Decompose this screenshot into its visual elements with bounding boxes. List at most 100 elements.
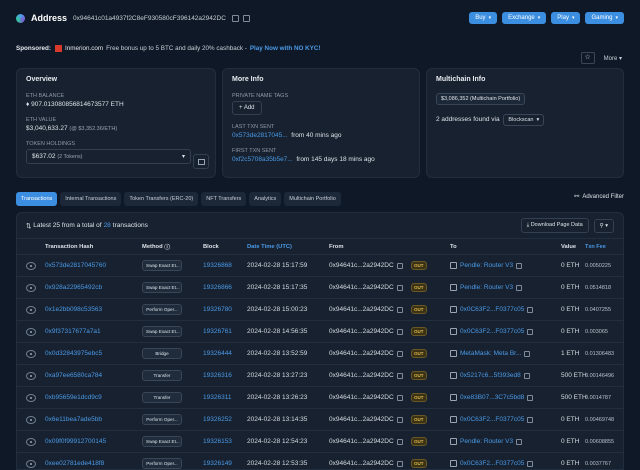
eye-icon[interactable] xyxy=(26,393,36,402)
direction-badge: OUT xyxy=(411,371,427,380)
copy-icon[interactable] xyxy=(231,14,239,22)
txn-hash[interactable]: 0xee02781ede418f8 xyxy=(45,453,145,469)
addresses-found-text: 2 addresses found via xyxy=(436,116,500,123)
to-address[interactable]: 0x0C63F2...F0377c05 xyxy=(460,328,524,335)
exchange-button[interactable]: Exchange ▾ xyxy=(502,12,547,24)
to-address[interactable]: 0xe83B07...3C7c5bd8 xyxy=(460,394,524,401)
copy-icon[interactable] xyxy=(396,438,403,445)
blockscan-select[interactable]: Blockscan ▾ xyxy=(503,114,545,126)
star-icon[interactable]: ☆ xyxy=(580,52,595,64)
advanced-filter-button[interactable]: ⚯ Advanced Filter xyxy=(574,193,624,201)
to-address[interactable]: MetaMask: Meta Br... xyxy=(460,350,521,357)
txn-hash[interactable]: 0xa97ee6580ca784 xyxy=(45,365,145,386)
token-holdings-select[interactable]: $637.02 (2 Tokens) ▾ xyxy=(26,149,191,164)
first-txn-hash[interactable]: 0xf2c5708a35b5e7... xyxy=(232,156,293,163)
sponsor-link[interactable]: Play Now with NO KYC! xyxy=(250,45,321,52)
copy-icon[interactable] xyxy=(396,350,403,357)
eye-icon[interactable] xyxy=(26,349,36,358)
eye-icon[interactable] xyxy=(26,283,36,292)
from-address: 0x94641c...2a2942DC xyxy=(329,328,394,335)
copy-icon[interactable] xyxy=(396,284,403,291)
tab-multichain-portfolio[interactable]: Multichain Portfolio xyxy=(284,192,341,206)
block-number[interactable]: 19326868 xyxy=(203,255,245,276)
copy-icon[interactable] xyxy=(516,284,523,291)
play-button[interactable]: Play ▾ xyxy=(551,12,581,24)
tab-token-transfers[interactable]: Token Transfers (ERC-20) xyxy=(124,192,199,206)
copy-icon[interactable] xyxy=(527,460,534,467)
block-number[interactable]: 19326780 xyxy=(203,299,245,320)
txn-hash[interactable]: 0x928a22965492cb xyxy=(45,277,145,298)
more-button[interactable]: More ▾ xyxy=(600,53,626,64)
eye-icon[interactable] xyxy=(26,371,36,380)
txn-hash[interactable]: 0x9f37317677a7a1 xyxy=(45,321,145,342)
eye-icon[interactable] xyxy=(26,459,36,468)
block-number[interactable]: 19326866 xyxy=(203,277,245,298)
to-address[interactable]: Pendle: Router V3 xyxy=(460,284,513,291)
block-number[interactable]: 19326153 xyxy=(203,431,245,452)
gaming-button[interactable]: Gaming ▾ xyxy=(585,12,624,24)
copy-icon[interactable] xyxy=(396,372,403,379)
txn-hash[interactable]: 0x09f0f99912700145 xyxy=(45,431,145,452)
buy-button[interactable]: Buy ▾ xyxy=(469,12,498,24)
contract-icon xyxy=(450,460,457,467)
copy-icon[interactable] xyxy=(527,394,534,401)
block-number[interactable]: 19326311 xyxy=(203,387,245,408)
txn-hash[interactable]: 0x6e11bea7ade5bb xyxy=(45,409,145,430)
tab-analytics[interactable]: Analytics xyxy=(249,192,282,206)
txn-hash[interactable]: 0x1e2bb098c53563 xyxy=(45,299,145,320)
table-row: 0x1e2bb098c53563 Perform Oper... 1932678… xyxy=(17,299,623,321)
direction-badge: OUT xyxy=(411,459,427,468)
copy-icon[interactable] xyxy=(523,372,530,379)
col-txn-fee[interactable]: Txn Fee xyxy=(585,239,623,254)
sponsor-brand[interactable]: Inmerion.com xyxy=(65,45,103,52)
download-page-data-button[interactable]: ⤓ Download Page Data xyxy=(520,218,589,233)
copy-icon[interactable] xyxy=(396,416,403,423)
block-number[interactable]: 19326316 xyxy=(203,365,245,386)
copy-icon[interactable] xyxy=(396,328,403,335)
copy-icon[interactable] xyxy=(524,350,531,357)
header-actions: Buy ▾ Exchange ▾ Play ▾ Gaming ▾ xyxy=(469,12,624,24)
eye-icon[interactable] xyxy=(26,327,36,336)
copy-icon[interactable] xyxy=(527,416,534,423)
tab-nft-transfers[interactable]: NFT Transfers xyxy=(201,192,247,206)
col-date-time[interactable]: Date Time (UTC) xyxy=(247,239,327,254)
multichain-portfolio-pill[interactable]: $3,086,352 (Multichain Portfolio) xyxy=(436,93,526,105)
eye-icon[interactable] xyxy=(26,305,36,314)
to-address[interactable]: 0x0C63F2...F0377c05 xyxy=(460,416,524,423)
copy-icon[interactable] xyxy=(396,306,403,313)
to-address[interactable]: Pendle: Router V3 xyxy=(460,262,513,269)
to-address[interactable]: Pendle: Router V3 xyxy=(460,438,513,445)
last-txn-hash[interactable]: 0x573de2817045... xyxy=(232,132,288,139)
block-number[interactable]: 19326149 xyxy=(203,453,245,469)
qr-code-icon[interactable] xyxy=(242,14,250,22)
summary-count[interactable]: 28 xyxy=(104,222,111,229)
txn-hash[interactable]: 0x573de2817045760 xyxy=(45,255,145,276)
copy-icon[interactable] xyxy=(516,262,523,269)
copy-icon[interactable] xyxy=(396,394,403,401)
txn-hash[interactable]: 0x0d32843975ebc5 xyxy=(45,343,145,364)
table-row: 0xb95659e1dcd9c9 Transfer 19326311 2024-… xyxy=(17,387,623,409)
copy-icon[interactable] xyxy=(396,262,403,269)
copy-icon[interactable] xyxy=(516,438,523,445)
col-method-label: Method xyxy=(142,243,163,250)
copy-icon[interactable] xyxy=(527,328,534,335)
eye-icon[interactable] xyxy=(26,261,36,270)
to-address[interactable]: 0x0C63F2...F0377c05 xyxy=(460,306,524,313)
txn-hash[interactable]: 0xb95659e1dcd9c9 xyxy=(45,387,145,408)
block-number[interactable]: 19326761 xyxy=(203,321,245,342)
eye-icon[interactable] xyxy=(26,415,36,424)
block-number[interactable]: 19326444 xyxy=(203,343,245,364)
info-icon[interactable]: ⓘ xyxy=(164,242,170,251)
block-number[interactable]: 19326252 xyxy=(203,409,245,430)
to-address[interactable]: 0x0C63F2...F0377c05 xyxy=(460,460,524,467)
copy-icon[interactable] xyxy=(527,306,534,313)
to-address[interactable]: 0x5217c6...5f393ed8 xyxy=(460,372,521,379)
to-cell: 0x5217c6...5f393ed8 xyxy=(450,365,560,386)
token-portfolio-button[interactable] xyxy=(193,154,209,169)
column-filter-button[interactable]: ⚲ ▾ xyxy=(593,218,614,233)
tab-transactions[interactable]: Transactions xyxy=(16,192,58,206)
add-tag-button[interactable]: + Add xyxy=(232,101,262,115)
eye-icon[interactable] xyxy=(26,437,36,446)
tab-internal-transactions[interactable]: Internal Transactions xyxy=(60,192,122,206)
copy-icon[interactable] xyxy=(396,460,403,467)
